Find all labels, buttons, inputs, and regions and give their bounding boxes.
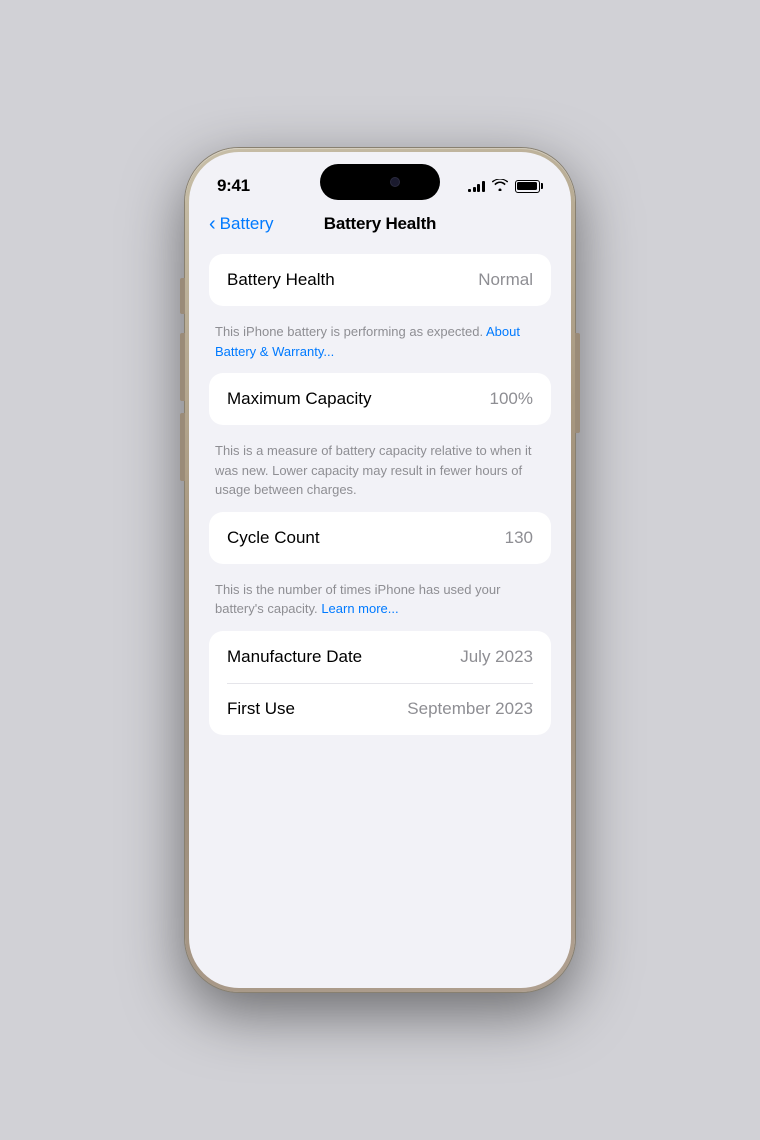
maximum-capacity-description: This is a measure of battery capacity re…	[209, 433, 551, 512]
signal-bar-2	[473, 187, 476, 192]
battery-status-icon	[515, 180, 544, 193]
dates-card: Manufacture Date July 2023 First Use Sep…	[209, 631, 551, 736]
mute-button[interactable]	[180, 278, 185, 314]
volume-down-button[interactable]	[180, 413, 185, 481]
back-chevron-icon: ‹	[209, 214, 216, 234]
navigation-bar: ‹ Battery Battery Health	[189, 206, 571, 246]
volume-up-button[interactable]	[180, 333, 185, 401]
status-icons	[468, 179, 543, 193]
cycle-count-card: Cycle Count 130	[209, 512, 551, 564]
first-use-row: First Use September 2023	[209, 683, 551, 735]
camera-dot	[390, 177, 400, 187]
manufacture-date-value: July 2023	[460, 647, 533, 667]
content-area: Battery Health Normal This iPhone batter…	[189, 246, 571, 972]
battery-health-row: Battery Health Normal	[209, 254, 551, 306]
signal-bar-1	[468, 189, 471, 192]
battery-health-desc-text: This iPhone battery is performing as exp…	[215, 324, 483, 339]
page-title: Battery Health	[324, 214, 436, 234]
first-use-label: First Use	[227, 699, 295, 719]
cycle-count-label: Cycle Count	[227, 528, 320, 548]
power-button[interactable]	[575, 333, 580, 433]
phone-frame: 9:41	[185, 148, 575, 992]
battery-health-value: Normal	[478, 270, 533, 290]
maximum-capacity-label: Maximum Capacity	[227, 389, 372, 409]
back-button[interactable]: ‹ Battery	[209, 214, 274, 234]
wifi-icon	[492, 179, 508, 193]
back-label: Battery	[220, 214, 274, 234]
battery-health-card: Battery Health Normal	[209, 254, 551, 306]
cycle-count-row: Cycle Count 130	[209, 512, 551, 564]
maximum-capacity-card: Maximum Capacity 100%	[209, 373, 551, 425]
signal-icon	[468, 180, 485, 192]
dynamic-island	[320, 164, 440, 200]
signal-bar-3	[477, 184, 480, 192]
cycle-count-value: 130	[505, 528, 533, 548]
signal-bar-4	[482, 181, 485, 192]
maximum-capacity-desc-text: This is a measure of battery capacity re…	[215, 443, 531, 497]
status-bar: 9:41	[189, 152, 571, 206]
manufacture-date-row: Manufacture Date July 2023	[209, 631, 551, 683]
maximum-capacity-row: Maximum Capacity 100%	[209, 373, 551, 425]
first-use-value: September 2023	[407, 699, 533, 719]
phone-screen: 9:41	[189, 152, 571, 988]
manufacture-date-label: Manufacture Date	[227, 647, 362, 667]
cycle-count-description: This is the number of times iPhone has u…	[209, 572, 551, 631]
battery-health-description: This iPhone battery is performing as exp…	[209, 314, 551, 373]
maximum-capacity-value: 100%	[490, 389, 533, 409]
status-time: 9:41	[217, 176, 250, 196]
cycle-count-learn-more-link[interactable]: Learn more...	[321, 601, 398, 616]
battery-health-label: Battery Health	[227, 270, 335, 290]
